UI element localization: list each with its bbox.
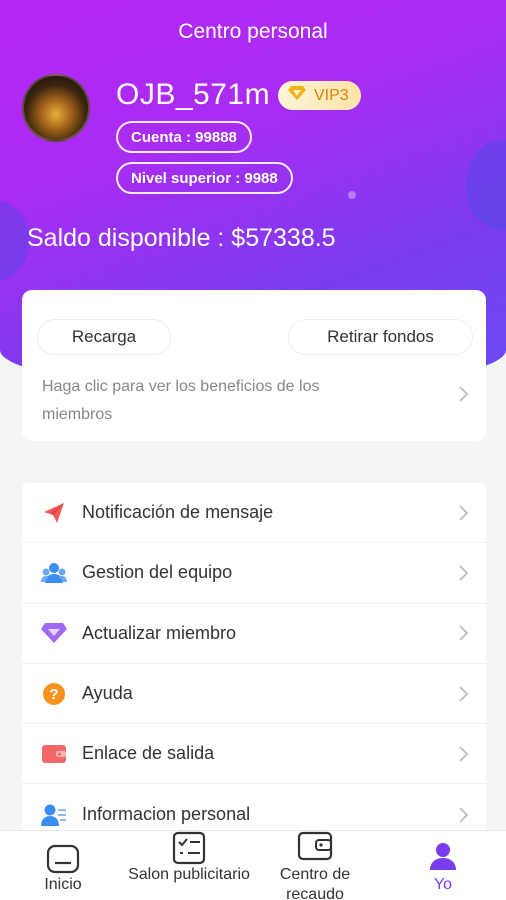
bottom-tab-bar: Inicio Salon publicitario Centro de reca… [0, 830, 506, 900]
account-id-pill: Cuenta : 99888 [116, 121, 252, 153]
tab-label: Centro de recaudo [279, 866, 351, 900]
paper-plane-icon [39, 498, 69, 528]
recharge-button[interactable]: Recarga [37, 319, 171, 355]
tab-label: Salon publicitario [128, 866, 250, 883]
team-icon [39, 558, 69, 588]
vip-label: VIP3 [314, 86, 349, 104]
menu-item-exit-link[interactable]: Enlace de salida [22, 724, 486, 785]
menu-item-team-management[interactable]: Gestion del equipo [22, 543, 486, 604]
chevron-right-icon [458, 685, 468, 702]
person-info-icon [39, 800, 69, 830]
menu-item-upgrade-member[interactable]: Actualizar miembro [22, 604, 486, 664]
member-benefits-link[interactable]: Haga clic para ver los beneficios de los… [42, 373, 372, 429]
svg-text:?: ? [49, 686, 58, 703]
home-icon [0, 841, 126, 875]
menu-item-help[interactable]: ? Ayuda [22, 664, 486, 725]
superior-level-pill: Nivel superior : 9988 [116, 162, 293, 194]
chevron-right-icon [458, 565, 468, 581]
actions-card: Recarga Retirar fondos Haga clic para ve… [22, 290, 486, 441]
user-icon [380, 841, 506, 875]
decorative-blob [0, 200, 30, 280]
chevron-right-icon [458, 625, 468, 641]
wallet-icon [39, 739, 69, 769]
chevron-right-icon [458, 386, 468, 402]
vip-badge: VIP3 [278, 81, 361, 110]
decorative-dot [348, 191, 356, 199]
menu-item-message-notification[interactable]: Notificación de mensaje [22, 483, 486, 544]
settings-menu: Notificación de mensaje Gestion del equi… [22, 483, 486, 845]
wallet-icon [252, 831, 378, 865]
diamond-icon [288, 85, 306, 106]
chevron-right-icon [458, 746, 468, 762]
decorative-blob [466, 140, 506, 230]
withdraw-button[interactable]: Retirar fondos [288, 319, 473, 355]
menu-item-label: Ayuda [82, 683, 133, 704]
tab-me[interactable]: Yo [380, 831, 506, 900]
available-balance: Saldo disponible : $57338.5 [27, 224, 336, 252]
avatar[interactable] [22, 74, 90, 142]
menu-item-label: Notificación de mensaje [82, 502, 274, 523]
menu-item-label: Actualizar miembro [82, 622, 237, 643]
checklist-icon [126, 831, 252, 865]
diamond-icon [39, 618, 69, 648]
menu-item-label: Informacion personal [82, 804, 251, 825]
page-title: Centro personal [178, 20, 328, 43]
tab-home[interactable]: Inicio [0, 831, 126, 900]
chevron-right-icon [458, 806, 468, 823]
tab-label: Yo [433, 876, 453, 893]
help-icon: ? [39, 679, 69, 709]
menu-item-label: Gestion del equipo [82, 562, 233, 583]
tab-collection-center[interactable]: Centro de recaudo [252, 831, 378, 900]
tab-label: Inicio [44, 876, 82, 893]
username: OJB_571m [116, 78, 271, 111]
tab-advertising-hall[interactable]: Salon publicitario [126, 831, 252, 900]
menu-item-label: Enlace de salida [82, 743, 215, 764]
chevron-right-icon [458, 505, 468, 521]
